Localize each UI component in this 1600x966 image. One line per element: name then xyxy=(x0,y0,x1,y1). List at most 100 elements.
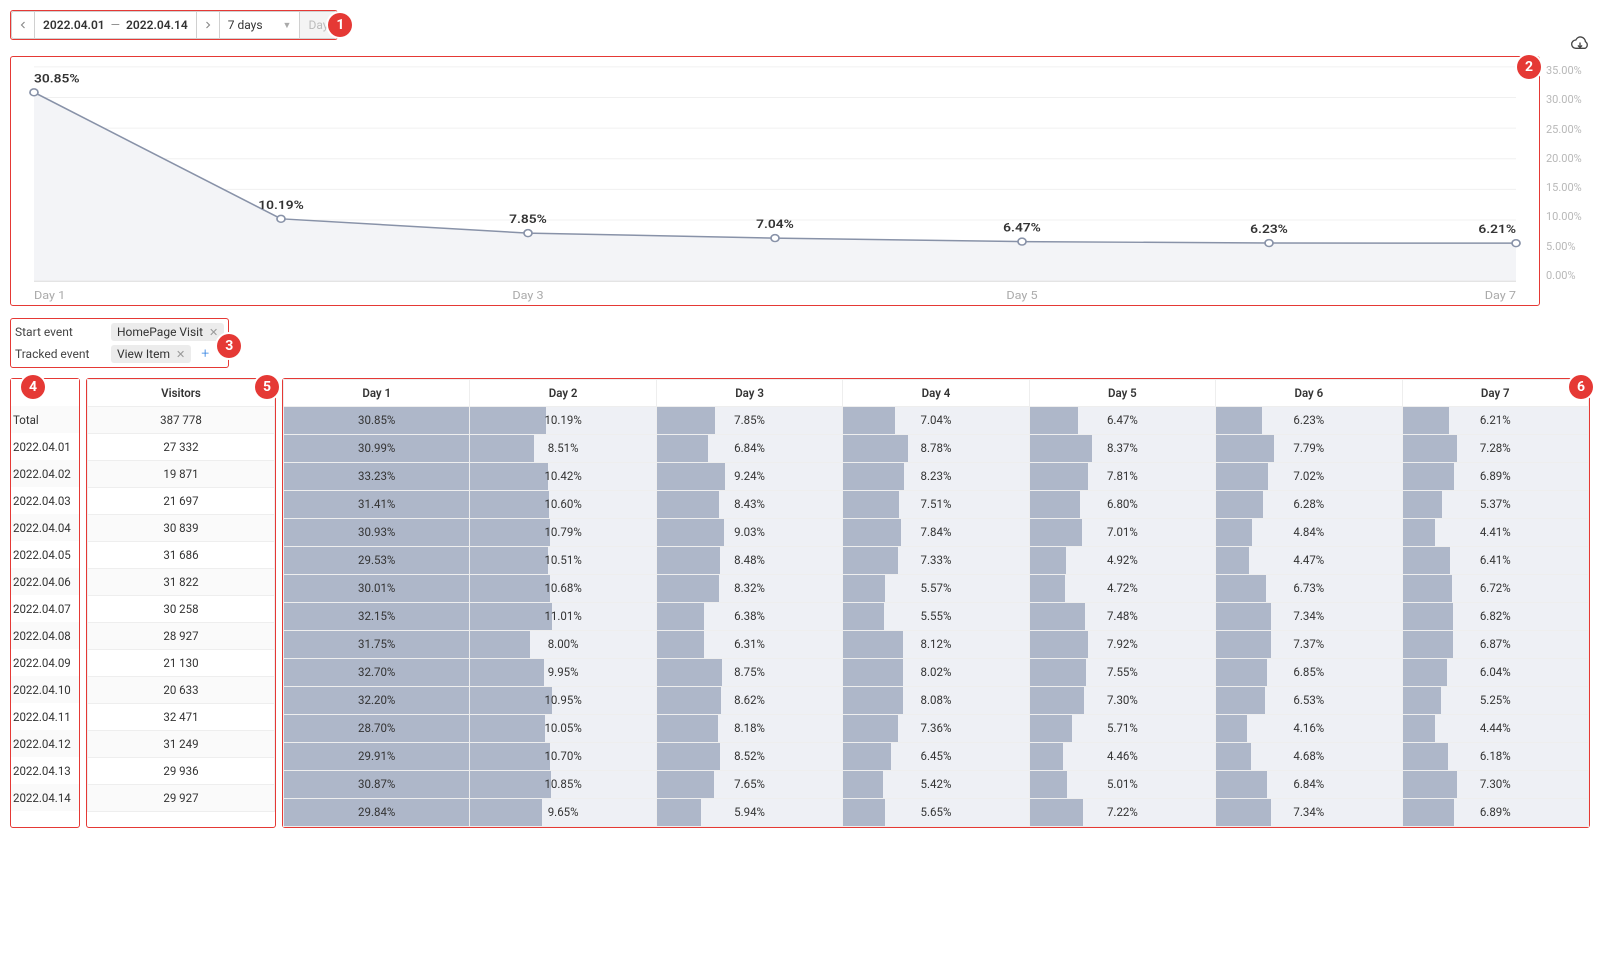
date-range-display[interactable]: 2022.04.01 — 2022.04.14 xyxy=(34,11,197,39)
date-cell: 2022.04.04 xyxy=(11,514,79,541)
date-cell: 2022.04.08 xyxy=(11,622,79,649)
heat-cell: 7.22% xyxy=(1029,799,1215,827)
visitors-cell: 19 871 xyxy=(88,461,275,488)
svg-text:30.85%: 30.85% xyxy=(34,72,80,86)
heat-cell: 7.84% xyxy=(843,519,1029,547)
tracked-event-chip[interactable]: View Item ✕ xyxy=(111,345,191,363)
next-range-button[interactable] xyxy=(196,11,220,39)
visitors-cell: 29 936 xyxy=(88,758,275,785)
heat-cell: 10.19% xyxy=(470,407,656,435)
heat-cell: 10.95% xyxy=(470,687,656,715)
add-tracked-event-button[interactable]: + xyxy=(201,346,209,362)
heat-cell: 10.42% xyxy=(470,463,656,491)
heat-cell: 5.25% xyxy=(1402,687,1588,715)
visitors-cell: 387 778 xyxy=(88,407,275,434)
heat-cell: 8.02% xyxy=(843,659,1029,687)
heat-cell: 30.87% xyxy=(284,771,470,799)
svg-text:7.85%: 7.85% xyxy=(509,213,547,227)
heat-cell: 11.01% xyxy=(470,603,656,631)
visitors-cell: 30 839 xyxy=(88,515,275,542)
start-event-chip[interactable]: HomePage Visit ✕ xyxy=(111,323,224,341)
heat-cell: 32.15% xyxy=(284,603,470,631)
table-date-column: 4 Total2022.04.012022.04.022022.04.03202… xyxy=(10,378,80,828)
heat-cell: 8.43% xyxy=(656,491,842,519)
heat-cell: 30.99% xyxy=(284,435,470,463)
day-header: Day 3 xyxy=(656,380,842,407)
yaxis-tick: 0.00% xyxy=(1546,269,1590,282)
heat-cell: 8.51% xyxy=(470,435,656,463)
heat-cell: 6.38% xyxy=(656,603,842,631)
heat-cell: 5.71% xyxy=(1029,715,1215,743)
yaxis-tick: 30.00% xyxy=(1546,93,1590,106)
heat-cell: 7.37% xyxy=(1216,631,1402,659)
heat-cell: 6.89% xyxy=(1402,463,1588,491)
start-event-chip-text: HomePage Visit xyxy=(117,325,203,339)
visitors-cell: 32 471 xyxy=(88,704,275,731)
day-header: Day 1 xyxy=(284,380,470,407)
day-header: Day 6 xyxy=(1216,380,1402,407)
close-icon[interactable]: ✕ xyxy=(209,326,218,339)
heat-cell: 4.84% xyxy=(1216,519,1402,547)
heat-cell: 6.80% xyxy=(1029,491,1215,519)
heat-cell: 6.84% xyxy=(656,435,842,463)
heat-cell: 4.68% xyxy=(1216,743,1402,771)
date-cell: 2022.04.02 xyxy=(11,460,79,487)
heat-cell: 8.75% xyxy=(656,659,842,687)
day-header: Day 4 xyxy=(843,380,1029,407)
heat-cell: 6.18% xyxy=(1402,743,1588,771)
heat-cell: 6.72% xyxy=(1402,575,1588,603)
heat-cell: 7.36% xyxy=(843,715,1029,743)
heat-cell: 6.53% xyxy=(1216,687,1402,715)
heat-cell: 6.28% xyxy=(1216,491,1402,519)
tracked-event-label: Tracked event xyxy=(15,347,101,361)
heat-cell: 30.01% xyxy=(284,575,470,603)
yaxis-tick: 25.00% xyxy=(1546,123,1590,136)
date-cell: 2022.04.11 xyxy=(11,703,79,730)
heat-cell: 7.34% xyxy=(1216,799,1402,827)
heat-cell: 7.79% xyxy=(1216,435,1402,463)
heat-cell: 10.68% xyxy=(470,575,656,603)
date-cell: 2022.04.03 xyxy=(11,487,79,514)
date-cell: 2022.04.07 xyxy=(11,595,79,622)
granularity-value: Day xyxy=(308,18,328,32)
heat-cell: 8.48% xyxy=(656,547,842,575)
start-event-label: Start event xyxy=(15,325,101,339)
heat-cell: 10.79% xyxy=(470,519,656,547)
heat-cell: 30.85% xyxy=(284,407,470,435)
day-header: Day 5 xyxy=(1029,380,1215,407)
annotation-badge-6: 6 xyxy=(1569,375,1593,399)
heat-cell: 6.84% xyxy=(1216,771,1402,799)
svg-text:7.04%: 7.04% xyxy=(756,218,794,232)
prev-range-button[interactable] xyxy=(11,11,35,39)
heat-cell: 30.93% xyxy=(284,519,470,547)
heat-cell: 6.31% xyxy=(656,631,842,659)
cloud-download-icon xyxy=(1570,36,1590,54)
heat-cell: 31.75% xyxy=(284,631,470,659)
date-cell: 2022.04.06 xyxy=(11,568,79,595)
download-chart-button[interactable] xyxy=(1570,36,1590,57)
heat-cell: 6.21% xyxy=(1402,407,1588,435)
heat-cell: 32.70% xyxy=(284,659,470,687)
date-cell: 2022.04.05 xyxy=(11,541,79,568)
tracked-event-chip-text: View Item xyxy=(117,347,170,361)
heat-cell: 5.57% xyxy=(843,575,1029,603)
heat-cell: 5.01% xyxy=(1029,771,1215,799)
heat-cell: 7.81% xyxy=(1029,463,1215,491)
heat-cell: 8.37% xyxy=(1029,435,1215,463)
heat-cell: 7.34% xyxy=(1216,603,1402,631)
visitors-cell: 29 927 xyxy=(88,785,275,812)
chart-yaxis-labels: 35.00%30.00%25.00%20.00%15.00%10.00%5.00… xyxy=(1540,56,1590,306)
range-length-dropdown[interactable]: 7 days ▼ xyxy=(219,11,301,39)
heat-cell: 6.47% xyxy=(1029,407,1215,435)
retention-chart: 30.85%10.19%7.85%7.04%6.47%6.23%6.21%Day… xyxy=(10,56,1540,306)
date-cell: 2022.04.12 xyxy=(11,730,79,757)
table-heatmap: 6 Day 1Day 2Day 3Day 4Day 5Day 6Day 730.… xyxy=(282,378,1590,828)
chevron-right-icon xyxy=(205,20,211,30)
visitors-cell: 31 822 xyxy=(88,569,275,596)
date-cell: 2022.04.10 xyxy=(11,676,79,703)
close-icon[interactable]: ✕ xyxy=(176,348,185,361)
heat-cell: 8.12% xyxy=(843,631,1029,659)
heat-cell: 9.65% xyxy=(470,799,656,827)
visitors-header: Visitors xyxy=(88,380,275,407)
visitors-cell: 28 927 xyxy=(88,623,275,650)
